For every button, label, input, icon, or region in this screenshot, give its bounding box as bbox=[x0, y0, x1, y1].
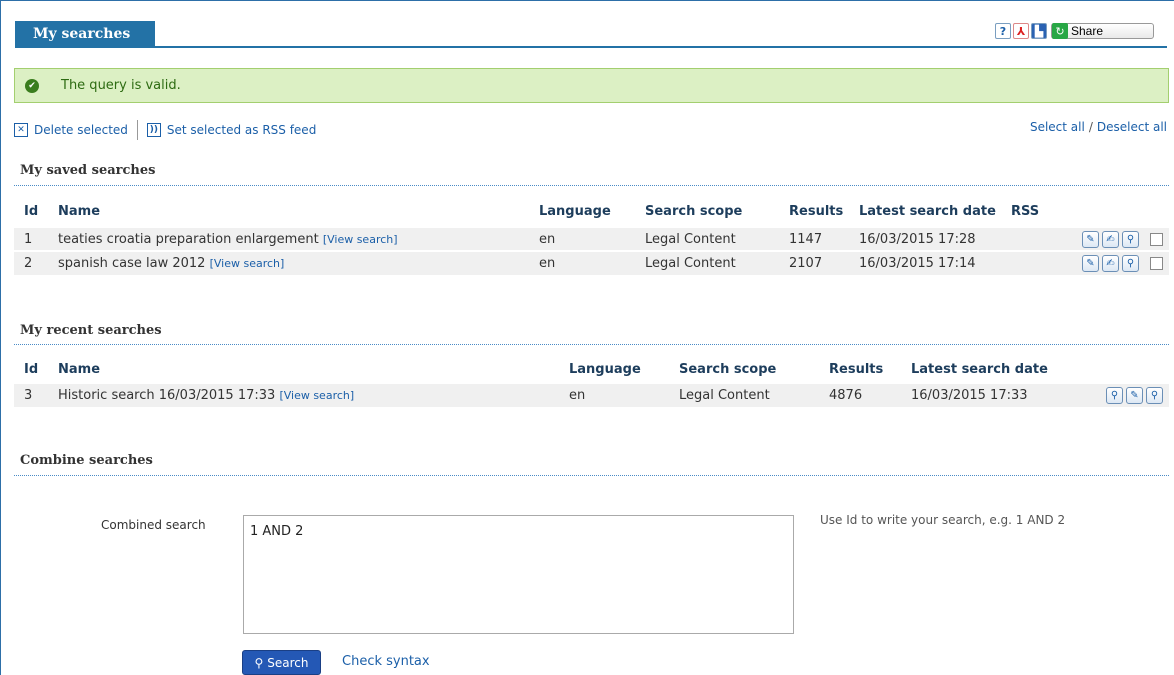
action-separator bbox=[136, 120, 138, 140]
row-scope: Legal Content bbox=[635, 250, 779, 275]
row-language: en bbox=[529, 250, 635, 275]
col-language: Language bbox=[569, 362, 641, 377]
row-name: teaties croatia preparation enlargement … bbox=[48, 226, 529, 251]
select-separator: / bbox=[1088, 120, 1093, 134]
col-scope: Search scope bbox=[679, 362, 777, 377]
row-actions: ✎ ✍ ⚲ bbox=[1051, 226, 1169, 251]
combine-divider bbox=[14, 475, 1169, 476]
run-search-icon[interactable]: ⚲ bbox=[1146, 387, 1163, 404]
search-name: Historic search 16/03/2015 17:33 bbox=[58, 388, 276, 403]
search-name: spanish case law 2012 bbox=[58, 256, 206, 271]
share-label: Share bbox=[1071, 24, 1104, 38]
col-date: Latest search date bbox=[911, 362, 1048, 377]
row-id: 2 bbox=[14, 250, 48, 275]
col-actions bbox=[1059, 357, 1169, 382]
row-scope: Legal Content bbox=[635, 226, 779, 251]
table-row: 2 spanish case law 2012 [View search] en… bbox=[14, 250, 1169, 275]
saved-searches-header: Id Name Language Search scope Results La… bbox=[14, 199, 1169, 224]
col-id: Id bbox=[24, 362, 39, 377]
recent-divider bbox=[14, 344, 1169, 345]
edit-query-icon[interactable]: ✍ bbox=[1102, 255, 1119, 272]
recent-searches-header: Id Name Language Search scope Results La… bbox=[14, 357, 1169, 382]
selection-links: Select all / Deselect all bbox=[1030, 120, 1167, 134]
col-id: Id bbox=[24, 204, 39, 219]
run-search-icon[interactable]: ⚲ bbox=[1122, 230, 1139, 248]
saved-searches-title: My saved searches bbox=[20, 163, 156, 178]
share-button[interactable]: ↻ Share bbox=[1051, 23, 1154, 39]
page-title: My searches bbox=[15, 21, 155, 47]
row-scope: Legal Content bbox=[669, 382, 819, 407]
view-search-link[interactable]: [View search] bbox=[210, 257, 285, 270]
title-divider bbox=[15, 46, 1167, 48]
deselect-all-link[interactable]: Deselect all bbox=[1097, 120, 1167, 134]
row-results: 4876 bbox=[819, 382, 901, 407]
search-button[interactable]: ⚲ Search bbox=[242, 650, 321, 675]
bulk-actions: ✕ Delete selected )) Set selected as RSS… bbox=[14, 120, 316, 140]
select-all-link[interactable]: Select all bbox=[1030, 120, 1085, 134]
edit-icon[interactable]: ✎ bbox=[1126, 387, 1143, 404]
row-id: 1 bbox=[14, 226, 48, 251]
row-rss bbox=[1001, 250, 1051, 275]
delete-selected-link[interactable]: Delete selected bbox=[34, 123, 128, 137]
table-row: 1 teaties croatia preparation enlargemen… bbox=[14, 226, 1169, 251]
col-date: Latest search date bbox=[859, 204, 996, 219]
col-scope: Search scope bbox=[645, 204, 743, 219]
col-name: Name bbox=[58, 362, 101, 377]
page-toolbar: ? ⅄ ▙ ↻ Share bbox=[995, 22, 1154, 40]
row-checkbox[interactable] bbox=[1150, 257, 1163, 270]
help-icon[interactable]: ? bbox=[995, 23, 1011, 39]
row-id: 3 bbox=[14, 382, 48, 407]
combined-search-input[interactable]: 1 AND 2 bbox=[243, 515, 794, 634]
combined-search-label: Combined search bbox=[101, 518, 206, 532]
row-language: en bbox=[559, 382, 669, 407]
row-language: en bbox=[529, 226, 635, 251]
row-date: 16/03/2015 17:28 bbox=[849, 226, 1001, 251]
recent-searches-table: 3 Historic search 16/03/2015 17:33 [View… bbox=[14, 382, 1169, 407]
check-syntax-link[interactable]: Check syntax bbox=[342, 654, 430, 669]
pdf-icon[interactable]: ⅄ bbox=[1013, 23, 1029, 39]
table-row: 3 Historic search 16/03/2015 17:33 [View… bbox=[14, 382, 1169, 407]
validation-alert: ✔ The query is valid. bbox=[14, 68, 1169, 103]
row-actions: ⚲ ✎ ⚲ bbox=[1059, 382, 1169, 407]
search-icon: ⚲ bbox=[254, 655, 264, 670]
combine-searches-title: Combine searches bbox=[20, 453, 153, 468]
col-language: Language bbox=[539, 204, 611, 219]
check-icon: ✔ bbox=[25, 78, 39, 93]
run-search-icon[interactable]: ⚲ bbox=[1122, 255, 1139, 272]
col-actions bbox=[1051, 199, 1169, 224]
row-name: spanish case law 2012 [View search] bbox=[48, 250, 529, 275]
row-checkbox[interactable] bbox=[1150, 232, 1163, 246]
row-date: 16/03/2015 17:33 bbox=[901, 382, 1059, 407]
row-actions: ✎ ✍ ⚲ bbox=[1051, 250, 1169, 275]
search-name: teaties croatia preparation enlargement bbox=[58, 231, 319, 247]
edit-icon[interactable]: ✎ bbox=[1082, 255, 1099, 272]
alert-message: The query is valid. bbox=[61, 78, 181, 93]
save-search-icon[interactable]: ⚲ bbox=[1106, 387, 1123, 404]
row-results: 1147 bbox=[779, 226, 849, 251]
combine-hint: Use Id to write your search, e.g. 1 AND … bbox=[820, 513, 1066, 527]
print-icon[interactable]: ▙ bbox=[1031, 23, 1047, 39]
col-name: Name bbox=[58, 204, 101, 219]
rss-selected-link[interactable]: Set selected as RSS feed bbox=[167, 123, 316, 137]
rss-icon: )) bbox=[146, 123, 161, 137]
view-search-link[interactable]: [View search] bbox=[279, 389, 354, 402]
row-date: 16/03/2015 17:14 bbox=[849, 250, 1001, 275]
row-results: 2107 bbox=[779, 250, 849, 275]
edit-query-icon[interactable]: ✍ bbox=[1102, 230, 1119, 248]
delete-icon: ✕ bbox=[14, 123, 28, 137]
row-rss bbox=[1001, 226, 1051, 251]
share-icon: ↻ bbox=[1052, 23, 1068, 39]
view-search-link[interactable]: [View search] bbox=[323, 233, 398, 246]
search-button-label: Search bbox=[267, 655, 309, 670]
row-name: Historic search 16/03/2015 17:33 [View s… bbox=[48, 382, 559, 407]
saved-searches-table: 1 teaties croatia preparation enlargemen… bbox=[14, 226, 1169, 275]
saved-divider bbox=[14, 185, 1169, 186]
col-results: Results bbox=[789, 204, 844, 219]
col-rss: RSS bbox=[1011, 204, 1040, 219]
recent-searches-title: My recent searches bbox=[20, 323, 162, 338]
edit-icon[interactable]: ✎ bbox=[1082, 230, 1099, 248]
col-results: Results bbox=[829, 362, 884, 377]
